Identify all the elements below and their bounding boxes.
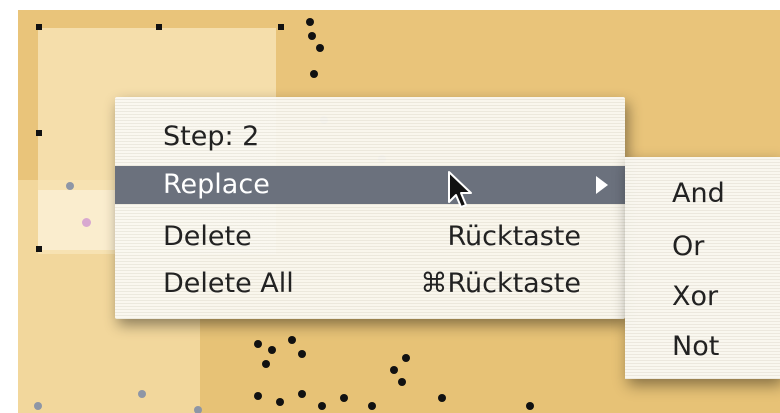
- menu-item-label: Step: 2: [163, 121, 260, 152]
- submenu-item-not[interactable]: Not: [625, 327, 780, 367]
- submenu-item-label: Xor: [672, 281, 719, 312]
- menu-item-replace[interactable]: Replace: [115, 166, 625, 204]
- submenu-item-label: Not: [672, 331, 720, 362]
- pattern-dot[interactable]: [82, 218, 91, 227]
- menu-item-delete-all[interactable]: Delete All ⌘Rücktaste: [115, 265, 625, 303]
- selection-handle[interactable]: [36, 24, 42, 30]
- menu-item-label: Replace: [163, 169, 270, 200]
- selection-handle[interactable]: [36, 130, 42, 136]
- pattern-dot[interactable]: [402, 354, 410, 362]
- pattern-dot[interactable]: [398, 378, 406, 386]
- submenu-item-label: Or: [672, 231, 705, 262]
- pattern-dot[interactable]: [34, 402, 42, 410]
- pattern-dot[interactable]: [316, 44, 324, 52]
- pattern-dot[interactable]: [306, 18, 314, 26]
- pattern-dot[interactable]: [288, 336, 296, 344]
- pattern-dot[interactable]: [298, 350, 306, 358]
- arrow-pointer-icon: [448, 171, 472, 208]
- selection-handle[interactable]: [278, 24, 284, 30]
- submenu-arrow-icon: [596, 176, 608, 194]
- menu-item-label: Delete All: [163, 268, 294, 299]
- pattern-dot[interactable]: [262, 360, 270, 368]
- pattern-dot[interactable]: [340, 394, 348, 402]
- menu-item-label: Delete: [163, 221, 252, 252]
- menu-item-shortcut: Rücktaste: [447, 221, 581, 252]
- submenu-item-xor[interactable]: Xor: [625, 277, 780, 317]
- menu-item-shortcut: ⌘Rücktaste: [420, 268, 581, 299]
- submenu-item-and[interactable]: And: [625, 174, 780, 214]
- selection-handle[interactable]: [36, 246, 42, 252]
- pattern-dot[interactable]: [138, 390, 146, 398]
- pattern-dot[interactable]: [276, 398, 284, 406]
- pattern-dot[interactable]: [526, 402, 534, 410]
- pattern-dot[interactable]: [318, 402, 326, 410]
- replace-submenu: And Or Xor Not: [625, 157, 780, 379]
- selection-strip: [38, 190, 116, 250]
- submenu-item-label: And: [672, 178, 725, 209]
- pattern-dot[interactable]: [268, 346, 276, 354]
- pattern-dot[interactable]: [254, 340, 262, 348]
- pattern-dot[interactable]: [310, 70, 318, 78]
- pattern-dot[interactable]: [298, 390, 306, 398]
- selection-handle[interactable]: [156, 24, 162, 30]
- pattern-dot[interactable]: [438, 394, 446, 402]
- pattern-dot[interactable]: [194, 406, 202, 413]
- submenu-item-or[interactable]: Or: [625, 227, 780, 267]
- pattern-dot[interactable]: [308, 32, 316, 40]
- menu-item-delete[interactable]: Delete Rücktaste: [115, 218, 625, 256]
- context-menu: Step: 2 Replace Delete Rücktaste Delete …: [115, 97, 625, 319]
- pattern-dot[interactable]: [254, 392, 262, 400]
- menu-item-step[interactable]: Step: 2: [115, 118, 625, 156]
- pattern-dot[interactable]: [390, 366, 398, 374]
- pattern-dot[interactable]: [66, 182, 74, 190]
- pattern-dot[interactable]: [368, 402, 376, 410]
